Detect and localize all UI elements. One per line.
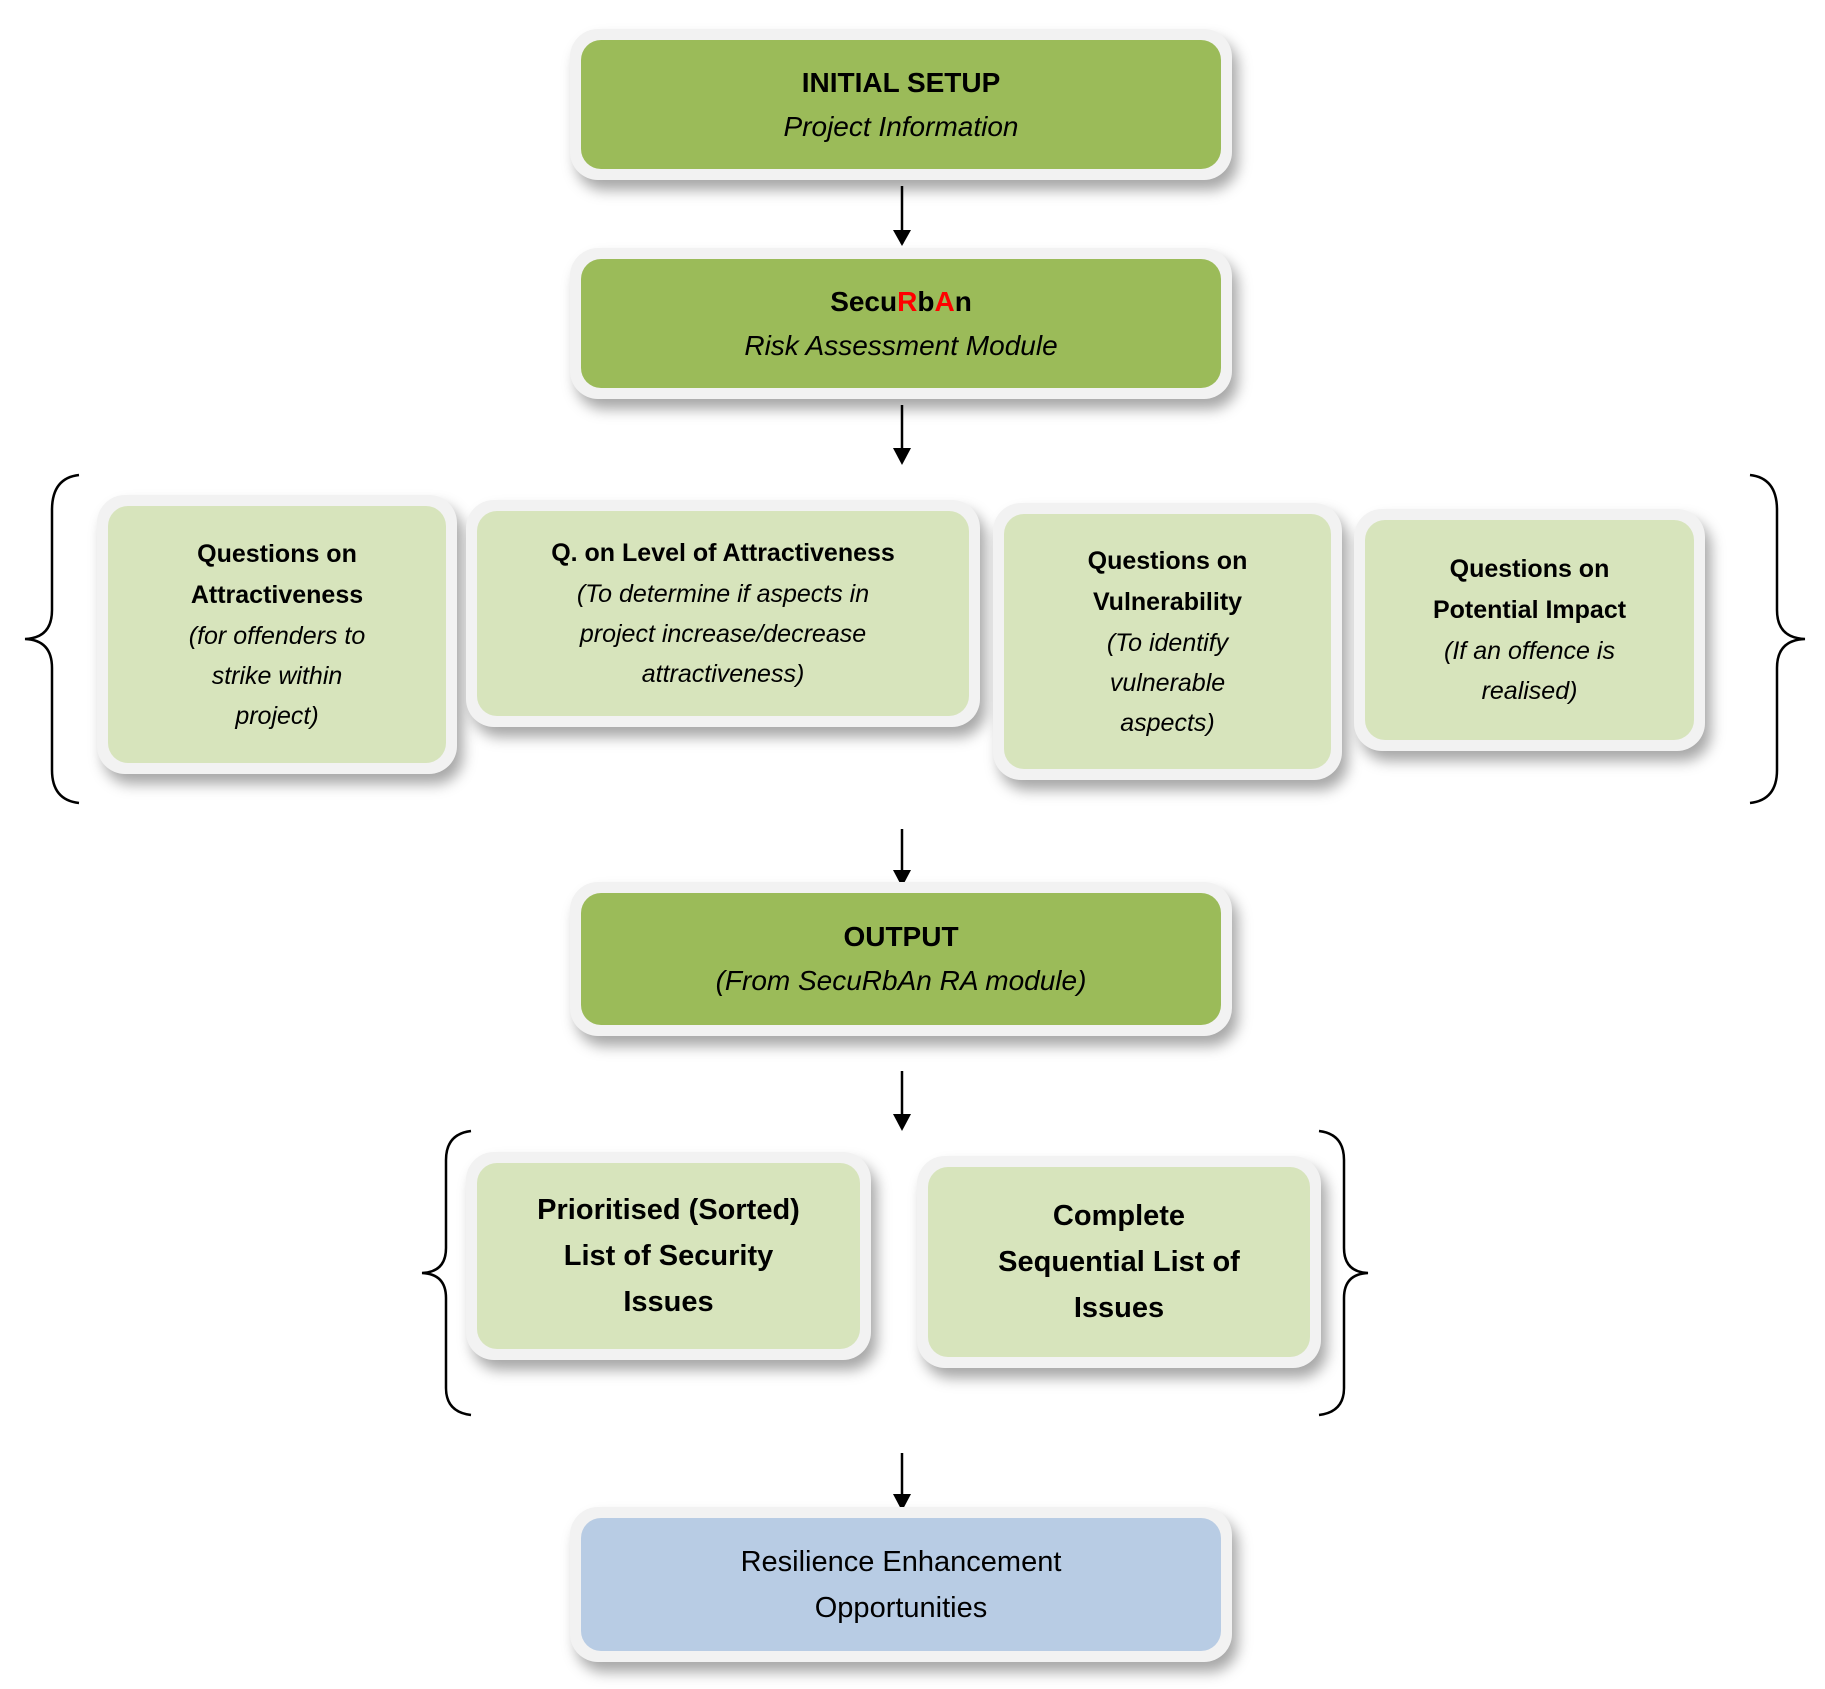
question-subtitle: attractiveness)	[641, 660, 805, 688]
initial-setup-title: INITIAL SETUP	[801, 66, 1001, 98]
question-title: Q. on Level of Attractiveness	[551, 539, 895, 567]
question-title: Questions on	[197, 539, 357, 568]
list-line: Sequential List of	[998, 1246, 1240, 1278]
question-box-potential-impact: Questions on Potential Impact (If an off…	[1354, 509, 1705, 751]
final-line: Resilience Enhancement	[740, 1545, 1062, 1578]
module-title: SecuRbAn	[830, 280, 972, 324]
question-subtitle: (If an offence is	[1444, 637, 1615, 665]
output-box: OUTPUT (From SecuRbAn RA module)	[570, 882, 1232, 1036]
question-title: Attractiveness	[190, 580, 364, 609]
initial-setup-subtitle: Project Information	[783, 110, 1019, 142]
left-brace-lists	[421, 1129, 472, 1417]
question-title: Vulnerability	[1092, 587, 1243, 616]
final-line: Opportunities	[814, 1591, 988, 1624]
left-brace-questions	[24, 473, 80, 805]
right-brace-lists	[1318, 1129, 1369, 1417]
output-title: OUTPUT	[843, 921, 959, 952]
question-box-level-of-attractiveness: Q. on Level of Attractiveness (To determ…	[466, 500, 980, 727]
list-line: List of Security	[563, 1240, 774, 1272]
list-line: Prioritised (Sorted)	[537, 1194, 800, 1226]
question-title: Potential Impact	[1432, 596, 1627, 624]
risk-module-box: SecuRbAn Risk Assessment Module	[570, 248, 1232, 399]
prioritised-list-box: Prioritised (Sorted) List of Security Is…	[466, 1152, 871, 1360]
question-subtitle: vulnerable	[1109, 668, 1226, 697]
question-title: Questions on	[1087, 546, 1248, 575]
title-part: n	[954, 285, 972, 317]
question-subtitle: (To determine if aspects in	[576, 580, 870, 608]
question-box-attractiveness: Questions on Attractiveness (for offende…	[97, 495, 457, 774]
list-line: Issues	[623, 1286, 714, 1318]
question-title: Questions on	[1449, 555, 1610, 583]
question-subtitle: realised)	[1481, 677, 1578, 705]
list-line: Complete	[1052, 1200, 1186, 1232]
sequential-list-box: Complete Sequential List of Issues	[917, 1156, 1321, 1368]
question-box-vulnerability: Questions on Vulnerability (To identify …	[993, 503, 1342, 780]
question-subtitle: strike within	[211, 661, 343, 690]
question-subtitle: project increase/decrease	[579, 620, 867, 648]
resilience-box: Resilience Enhancement Opportunities	[570, 1507, 1232, 1662]
question-subtitle: project)	[235, 701, 319, 730]
initial-setup-box: INITIAL SETUP Project Information	[570, 29, 1232, 180]
question-subtitle: (for offenders to	[188, 621, 366, 650]
question-subtitle: (To identify	[1106, 628, 1229, 657]
question-subtitle: aspects)	[1120, 708, 1215, 737]
title-part: Secu	[830, 285, 898, 317]
output-subtitle: (From SecuRbAn RA module)	[715, 965, 1087, 996]
list-line: Issues	[1073, 1292, 1165, 1324]
title-part-highlight: R	[897, 285, 918, 317]
right-brace-questions	[1749, 473, 1806, 805]
title-part-highlight: A	[934, 285, 955, 317]
module-subtitle: Risk Assessment Module	[744, 329, 1058, 361]
title-part: b	[917, 285, 935, 317]
